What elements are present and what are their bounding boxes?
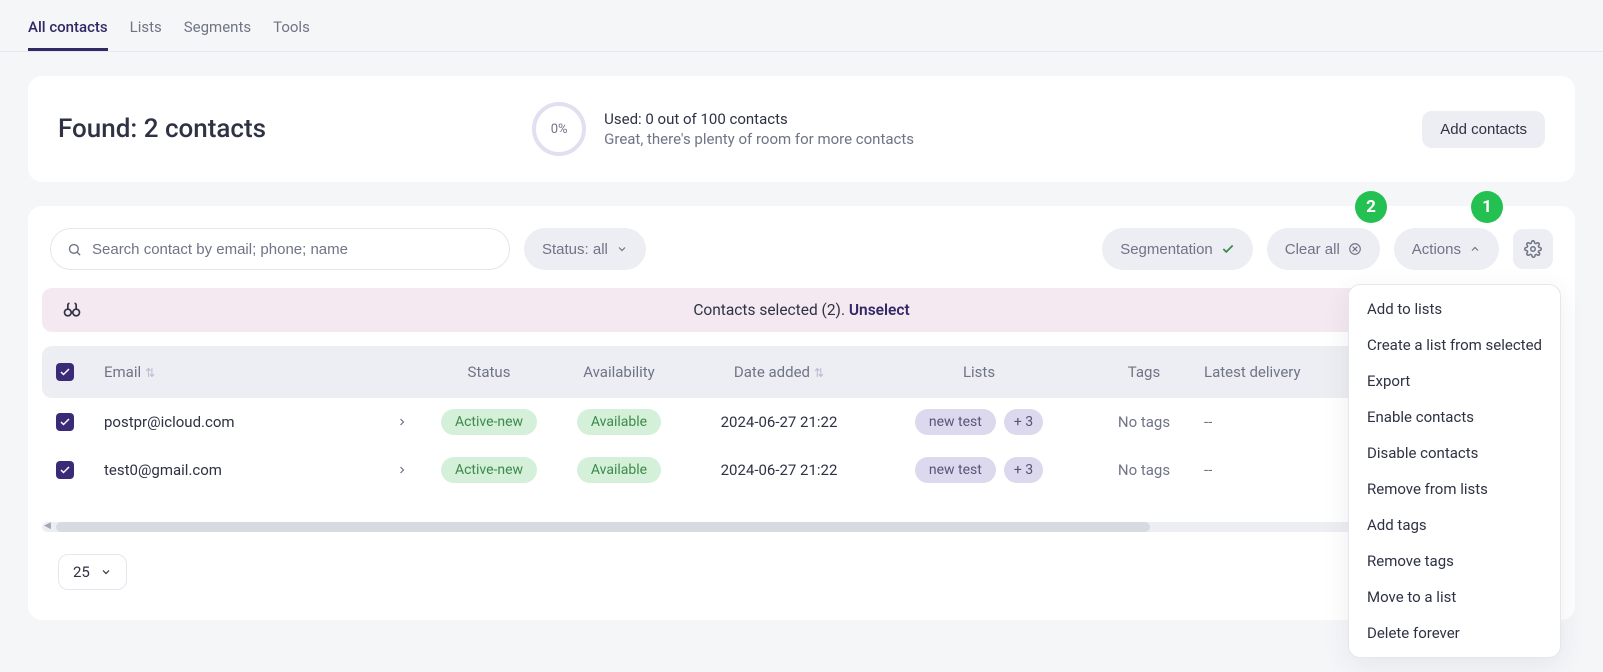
segmentation-label: Segmentation [1120, 241, 1213, 258]
scrollbar-thumb[interactable] [56, 522, 1150, 532]
usage-block: 0% Used: 0 out of 100 contacts Great, th… [532, 102, 914, 156]
row-email: postpr@icloud.com [104, 413, 235, 431]
menu-item-delete-forever[interactable]: Delete forever [1349, 615, 1560, 651]
unselect-link[interactable]: Unselect [849, 301, 910, 319]
list-more-pill[interactable]: + 3 [1004, 457, 1043, 483]
col-status: Status [424, 363, 554, 381]
callout-badge-2: 2 [1355, 191, 1387, 223]
list-pill[interactable]: new test [915, 457, 996, 483]
binoculars-icon [62, 300, 82, 320]
chevron-up-icon [1469, 243, 1481, 255]
row-checkbox[interactable] [56, 461, 74, 479]
clear-all-label: Clear all [1285, 241, 1340, 258]
status-pill: Active-new [441, 457, 537, 483]
row-tags: No tags [1084, 413, 1204, 431]
table-row[interactable]: postpr@icloud.com Active-new Available 2… [42, 398, 1561, 446]
chevron-down-icon [100, 566, 112, 578]
row-date: 2024-06-27 21:22 [684, 413, 874, 431]
chevron-right-icon[interactable] [396, 416, 408, 428]
col-availability: Availability [554, 363, 684, 381]
menu-item-add-tags[interactable]: Add tags [1349, 507, 1560, 543]
col-lists: Lists [874, 363, 1084, 381]
top-nav: All contacts Lists Segments Tools [0, 0, 1603, 52]
contacts-table: Email⇅ Status Availability Date added⇅ L… [42, 346, 1561, 494]
menu-item-move-to-list[interactable]: Move to a list [1349, 579, 1560, 615]
status-pill: Active-new [441, 409, 537, 435]
tab-all-contacts[interactable]: All contacts [28, 10, 108, 51]
tab-tools[interactable]: Tools [273, 10, 310, 51]
menu-item-remove-from-lists[interactable]: Remove from lists [1349, 471, 1560, 507]
col-email[interactable]: Email⇅ [104, 363, 424, 381]
sort-icon: ⇅ [145, 366, 155, 380]
segmentation-button[interactable]: Segmentation [1102, 228, 1253, 270]
row-tags: No tags [1084, 461, 1204, 479]
usage-line-2: Great, there's plenty of room for more c… [604, 130, 914, 148]
header-card: Found: 2 contacts 0% Used: 0 out of 100 … [28, 76, 1575, 182]
menu-item-remove-tags[interactable]: Remove tags [1349, 543, 1560, 579]
menu-item-export[interactable]: Export [1349, 363, 1560, 399]
menu-item-create-list[interactable]: Create a list from selected [1349, 327, 1560, 363]
callout-badge-1: 1 [1471, 191, 1503, 223]
toolbar: Status: all Segmentation Clear all A [28, 228, 1575, 270]
settings-button[interactable] [1513, 229, 1553, 269]
chevron-down-icon [616, 243, 628, 255]
usage-ring: 0% [532, 102, 586, 156]
horizontal-scrollbar[interactable]: ◀ ▶ [42, 522, 1561, 532]
selection-strip: Contacts selected (2). Unselect [42, 288, 1561, 332]
select-all-checkbox[interactable] [56, 363, 74, 381]
row-date: 2024-06-27 21:22 [684, 461, 874, 479]
usage-pct: 0% [551, 122, 568, 137]
status-filter-button[interactable]: Status: all [524, 228, 646, 270]
gear-icon [1524, 240, 1542, 258]
row-email: test0@gmail.com [104, 461, 222, 479]
page-size-select[interactable]: 25 [58, 554, 127, 590]
scroll-left-icon[interactable]: ◀ [44, 521, 51, 531]
menu-item-disable-contacts[interactable]: Disable contacts [1349, 435, 1560, 471]
found-title: Found: 2 contacts [58, 114, 266, 144]
col-tags: Tags [1084, 363, 1204, 381]
table-header-row: Email⇅ Status Availability Date added⇅ L… [42, 346, 1561, 398]
usage-line-1: Used: 0 out of 100 contacts [604, 110, 914, 128]
page-size-value: 25 [73, 563, 90, 581]
menu-item-add-to-lists[interactable]: Add to lists [1349, 291, 1560, 327]
add-contacts-button[interactable]: Add contacts [1422, 111, 1545, 148]
tab-lists[interactable]: Lists [130, 10, 162, 51]
menu-item-enable-contacts[interactable]: Enable contacts [1349, 399, 1560, 435]
selection-text: Contacts selected (2). [693, 301, 849, 319]
table-row[interactable]: test0@gmail.com Active-new Available 202… [42, 446, 1561, 494]
search-field-wrap[interactable] [50, 228, 510, 270]
clear-all-button[interactable]: Clear all [1267, 228, 1380, 270]
status-filter-label: Status: all [542, 241, 608, 258]
search-icon [67, 242, 82, 257]
list-more-pill[interactable]: + 3 [1004, 409, 1043, 435]
check-icon [1221, 242, 1235, 256]
chevron-right-icon[interactable] [396, 464, 408, 476]
clear-icon [1348, 242, 1362, 256]
row-checkbox[interactable] [56, 413, 74, 431]
availability-pill: Available [577, 409, 661, 435]
search-input[interactable] [90, 240, 493, 259]
list-pill[interactable]: new test [915, 409, 996, 435]
actions-label: Actions [1412, 241, 1461, 258]
actions-dropdown: Add to lists Create a list from selected… [1348, 284, 1561, 658]
availability-pill: Available [577, 457, 661, 483]
tab-segments[interactable]: Segments [184, 10, 251, 51]
actions-button[interactable]: Actions [1394, 228, 1499, 270]
col-date-added[interactable]: Date added⇅ [684, 363, 874, 381]
contacts-list-card: Status: all Segmentation Clear all A [28, 206, 1575, 620]
sort-icon: ⇅ [814, 366, 824, 380]
